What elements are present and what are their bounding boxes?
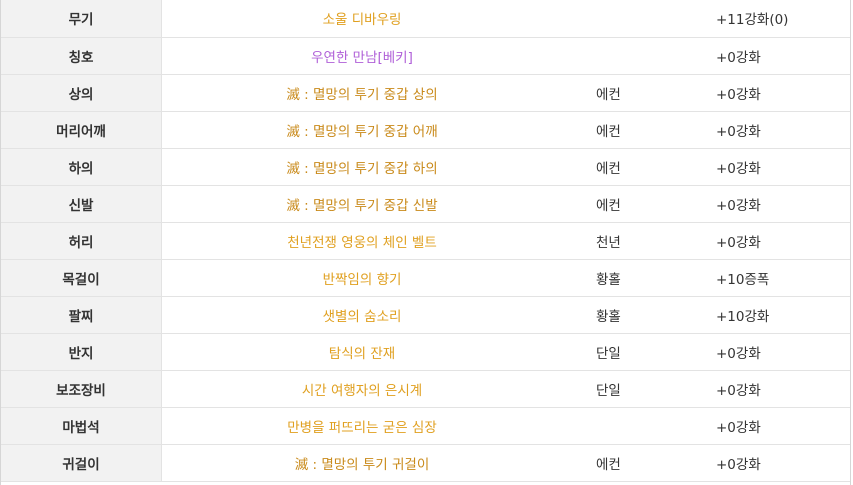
equipment-table-body: 무기 소울 디바우링 +11강화(0) 칭호 우연한 만남[베키] +0강화 상… (1, 0, 850, 482)
item-name-link[interactable]: 탐식의 잔재 (161, 333, 562, 371)
item-name-link[interactable]: 滅 : 멸망의 투기 중갑 어깨 (161, 111, 562, 149)
item-name-link[interactable]: 반짝임의 향기 (161, 259, 562, 297)
reinforce-value: +0강화 (696, 222, 850, 260)
slot-label: 칭호 (1, 37, 162, 75)
item-name-link[interactable]: 시간 여행자의 은시계 (161, 370, 562, 408)
table-row: 상의 滅 : 멸망의 투기 중갑 상의 에컨 +0강화 (1, 74, 850, 112)
item-name-link[interactable]: 샛별의 숨소리 (161, 296, 562, 334)
item-grade: 천년 (562, 222, 696, 260)
slot-label: 팔찌 (1, 296, 162, 334)
item-grade: 황홀 (562, 296, 696, 334)
reinforce-value: +0강화 (696, 333, 850, 371)
reinforce-value: +0강화 (696, 74, 850, 112)
item-grade: 단일 (562, 333, 696, 371)
reinforce-value: +0강화 (696, 370, 850, 408)
reinforce-value: +0강화 (696, 148, 850, 186)
item-grade: 에컨 (562, 185, 696, 223)
table-row: 신발 滅 : 멸망의 투기 중갑 신발 에컨 +0강화 (1, 185, 850, 223)
item-name-link[interactable]: 滅 : 멸망의 투기 중갑 상의 (161, 74, 562, 112)
slot-label: 머리어깨 (1, 111, 162, 149)
item-grade: 에컨 (562, 111, 696, 149)
item-name-link[interactable]: 소울 디바우링 (161, 0, 562, 38)
item-grade: 에컨 (562, 444, 696, 482)
reinforce-value: +11강화(0) (696, 0, 850, 38)
slot-label: 마법석 (1, 407, 162, 445)
equipment-table: 무기 소울 디바우링 +11강화(0) 칭호 우연한 만남[베키] +0강화 상… (1, 0, 850, 482)
item-grade: 황홀 (562, 259, 696, 297)
equipment-panel: 무기 소울 디바우링 +11강화(0) 칭호 우연한 만남[베키] +0강화 상… (0, 0, 851, 485)
reinforce-value: +0강화 (696, 444, 850, 482)
table-row: 마법석 만병을 퍼뜨리는 굳은 심장 +0강화 (1, 407, 850, 445)
slot-label: 하의 (1, 148, 162, 186)
table-row: 목걸이 반짝임의 향기 황홀 +10증폭 (1, 259, 850, 297)
table-row: 보조장비 시간 여행자의 은시계 단일 +0강화 (1, 370, 850, 408)
item-name-link[interactable]: 滅 : 멸망의 투기 중갑 하의 (161, 148, 562, 186)
item-name-link[interactable]: 만병을 퍼뜨리는 굳은 심장 (161, 407, 562, 445)
item-name-link[interactable]: 滅 : 멸망의 투기 귀걸이 (161, 444, 562, 482)
table-row: 하의 滅 : 멸망의 투기 중갑 하의 에컨 +0강화 (1, 148, 850, 186)
table-row: 무기 소울 디바우링 +11강화(0) (1, 0, 850, 38)
table-row: 칭호 우연한 만남[베키] +0강화 (1, 37, 850, 75)
slot-label: 목걸이 (1, 259, 162, 297)
item-grade: 에컨 (562, 148, 696, 186)
table-row: 허리 천년전쟁 영웅의 체인 벨트 천년 +0강화 (1, 222, 850, 260)
reinforce-value: +10강화 (696, 296, 850, 334)
item-name-link[interactable]: 滅 : 멸망의 투기 중갑 신발 (161, 185, 562, 223)
item-name-link[interactable]: 천년전쟁 영웅의 체인 벨트 (161, 222, 562, 260)
table-row: 반지 탐식의 잔재 단일 +0강화 (1, 333, 850, 371)
table-row: 귀걸이 滅 : 멸망의 투기 귀걸이 에컨 +0강화 (1, 444, 850, 482)
item-grade (562, 37, 696, 75)
item-grade: 단일 (562, 370, 696, 408)
slot-label: 보조장비 (1, 370, 162, 408)
item-grade: 에컨 (562, 74, 696, 112)
slot-label: 무기 (1, 0, 162, 38)
table-row: 머리어깨 滅 : 멸망의 투기 중갑 어깨 에컨 +0강화 (1, 111, 850, 149)
item-grade (562, 0, 696, 38)
slot-label: 허리 (1, 222, 162, 260)
slot-label: 귀걸이 (1, 444, 162, 482)
slot-label: 상의 (1, 74, 162, 112)
table-row: 팔찌 샛별의 숨소리 황홀 +10강화 (1, 296, 850, 334)
reinforce-value: +0강화 (696, 185, 850, 223)
item-name-link[interactable]: 우연한 만남[베키] (161, 37, 562, 75)
reinforce-value: +0강화 (696, 111, 850, 149)
slot-label: 신발 (1, 185, 162, 223)
slot-label: 반지 (1, 333, 162, 371)
item-grade (562, 407, 696, 445)
reinforce-value: +0강화 (696, 37, 850, 75)
reinforce-value: +0강화 (696, 407, 850, 445)
amplify-value: +10증폭 (696, 259, 850, 297)
